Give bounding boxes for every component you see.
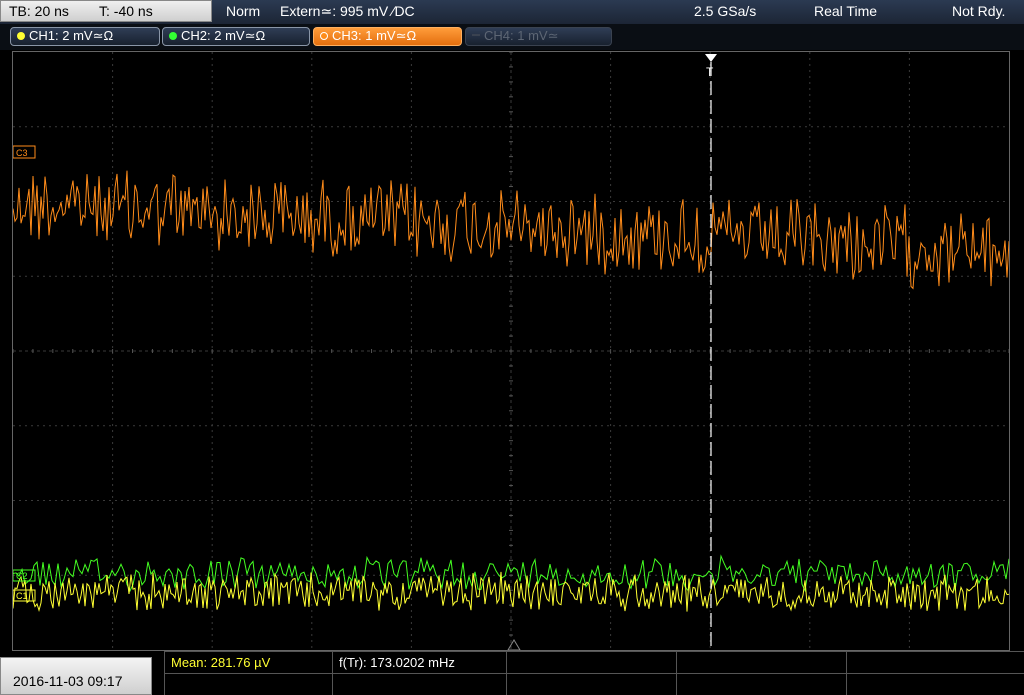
measurement-frequency[interactable]: f(Tr): 173.0202 mHz (332, 651, 506, 695)
channel-tab-ch3[interactable]: CH3: 1 mV≃Ω (313, 27, 462, 46)
timebase-box[interactable]: TB: 20 ns T: -40 ns (0, 0, 212, 22)
measurement-slot-3[interactable] (506, 651, 676, 695)
channel-tab-ch2[interactable]: CH2: 2 mV≃Ω (162, 27, 310, 46)
trigger-arrow-icon (705, 54, 717, 62)
trigger-mode[interactable]: Norm (226, 3, 260, 19)
timebase-label: TB: 20 ns (9, 3, 69, 19)
datetime-label: 2016-11-03 09:17 (13, 673, 123, 689)
channel-bar: CH1: 2 mV≃Ω CH2: 2 mV≃Ω CH3: 1 mV≃Ω CH4:… (0, 24, 1024, 50)
trigger-marker: T (706, 65, 714, 79)
acquisition-mode: Real Time (814, 3, 878, 19)
mean-value: Mean: 281.76 µV (171, 655, 271, 670)
datetime-box: 2016-11-03 09:17 (0, 657, 152, 695)
measurement-mean[interactable]: Mean: 281.76 µV (164, 651, 332, 695)
channel-4-dot-icon (472, 34, 480, 36)
waveform-canvas: T C3 C2 C1 (12, 51, 1010, 651)
ch3-level-marker[interactable]: C3 (12, 145, 36, 159)
channel-3-dot-icon (320, 32, 328, 40)
frequency-value: f(Tr): 173.0202 mHz (339, 655, 455, 670)
measurement-slot-4[interactable] (676, 651, 846, 695)
waveform-display[interactable]: T C3 C2 C1 (12, 51, 1010, 651)
channel-2-dot-icon (169, 32, 177, 40)
ch2-marker-label: C2 (16, 571, 28, 581)
trigger-source[interactable]: Extern≃: 995 mV ∕DC (280, 3, 415, 20)
channel-tab-ch1[interactable]: CH1: 2 mV≃Ω (10, 27, 160, 46)
channel-3-label: CH3: 1 mV≃Ω (332, 28, 417, 43)
channel-4-label: CH4: 1 mV≃ (484, 28, 559, 43)
sample-rate: 2.5 GSa/s (694, 3, 757, 19)
measurement-slot-5[interactable] (846, 651, 1024, 695)
ready-status: Not Rdy. (952, 3, 1006, 19)
graticule (12, 51, 1010, 650)
channel-1-label: CH1: 2 mV≃Ω (29, 28, 114, 43)
trigger-offset-label: T: -40 ns (99, 3, 153, 19)
channel-1-dot-icon (17, 32, 25, 40)
channel-tab-ch4[interactable]: CH4: 1 mV≃ (465, 27, 612, 46)
channel-2-label: CH2: 2 mV≃Ω (181, 28, 266, 43)
ch3-marker-label: C3 (16, 148, 28, 158)
center-marker-icon (507, 639, 521, 651)
ch1-marker-label: C1 (16, 591, 28, 601)
